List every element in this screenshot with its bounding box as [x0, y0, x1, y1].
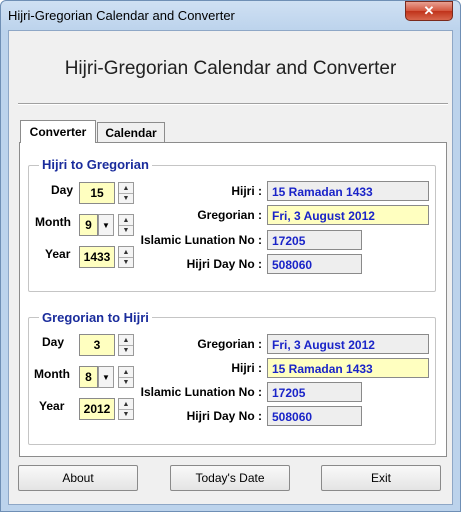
- g2h-month-input[interactable]: 8: [79, 366, 98, 388]
- close-icon: ✕: [423, 3, 435, 18]
- group-title-hijri-to-gregorian: Hijri to Gregorian: [39, 157, 152, 172]
- h2g-hijri-value: 15 Ramadan 1433: [267, 181, 429, 201]
- spin-down-icon[interactable]: ▼: [119, 345, 133, 355]
- group-title-gregorian-to-hijri: Gregorian to Hijri: [39, 310, 152, 325]
- g2h-year-label: Year: [39, 399, 65, 413]
- tab-calendar[interactable]: Calendar: [97, 122, 165, 142]
- spin-down-icon[interactable]: ▼: [119, 409, 133, 419]
- g2h-hijri-value: 15 Ramadan 1433: [267, 358, 429, 378]
- chevron-down-icon: ▼: [102, 220, 110, 230]
- exit-button[interactable]: Exit: [321, 465, 441, 491]
- h2g-month-spinner[interactable]: ▲ ▼: [118, 214, 134, 236]
- spin-down-icon[interactable]: ▼: [119, 225, 133, 235]
- g2h-lunation-value: 17205: [267, 382, 362, 402]
- h2g-dayno-value: 508060: [267, 254, 362, 274]
- h2g-lunation-value: 17205: [267, 230, 362, 250]
- g2h-month-spinner[interactable]: ▲ ▼: [118, 366, 134, 388]
- h2g-month-label: Month: [35, 215, 71, 229]
- close-button[interactable]: ✕: [405, 1, 453, 21]
- g2h-year-spinner[interactable]: ▲ ▼: [118, 398, 134, 420]
- h2g-year-input[interactable]: 1433: [79, 246, 115, 268]
- window-title: Hijri-Gregorian Calendar and Converter: [8, 8, 235, 23]
- h2g-month-dropdown[interactable]: ▼: [98, 214, 114, 236]
- h2g-day-label: Day: [51, 183, 74, 197]
- spin-down-icon[interactable]: ▼: [119, 377, 133, 387]
- g2h-gregorian-label: Gregorian :: [197, 337, 262, 351]
- g2h-dayno-value: 508060: [267, 406, 362, 426]
- g2h-month-label: Month: [34, 367, 70, 381]
- app-title: Hijri-Gregorian Calendar and Converter: [64, 58, 397, 79]
- about-button[interactable]: About: [18, 465, 138, 491]
- g2h-month-dropdown[interactable]: ▼: [98, 366, 114, 388]
- g2h-hijri-label: Hijri :: [231, 361, 262, 375]
- h2g-day-spinner[interactable]: ▲ ▼: [118, 182, 134, 204]
- h2g-day-input[interactable]: 15: [79, 182, 115, 204]
- g2h-day-input[interactable]: 3: [79, 334, 115, 356]
- h2g-dayno-label: Hijri Day No :: [186, 257, 262, 271]
- todays-date-button[interactable]: Today's Date: [170, 465, 290, 491]
- title-divider: [18, 103, 448, 105]
- g2h-lunation-label: Islamic Lunation No :: [140, 385, 262, 399]
- h2g-gregorian-label: Gregorian :: [197, 208, 262, 222]
- g2h-year-input[interactable]: 2012: [79, 398, 115, 420]
- tab-converter[interactable]: Converter: [20, 120, 96, 143]
- h2g-year-spinner[interactable]: ▲ ▼: [118, 246, 134, 268]
- g2h-day-label: Day: [42, 335, 65, 349]
- chevron-down-icon: ▼: [102, 372, 110, 382]
- h2g-year-label: Year: [45, 247, 71, 261]
- h2g-gregorian-value: Fri, 3 August 2012: [267, 205, 429, 225]
- g2h-dayno-label: Hijri Day No :: [186, 409, 262, 423]
- h2g-hijri-label: Hijri :: [231, 184, 262, 198]
- g2h-day-spinner[interactable]: ▲ ▼: [118, 334, 134, 356]
- h2g-month-input[interactable]: 9: [79, 214, 98, 236]
- h2g-lunation-label: Islamic Lunation No :: [140, 233, 262, 247]
- spin-down-icon[interactable]: ▼: [119, 257, 133, 267]
- spin-down-icon[interactable]: ▼: [119, 193, 133, 203]
- g2h-gregorian-value: Fri, 3 August 2012: [267, 334, 429, 354]
